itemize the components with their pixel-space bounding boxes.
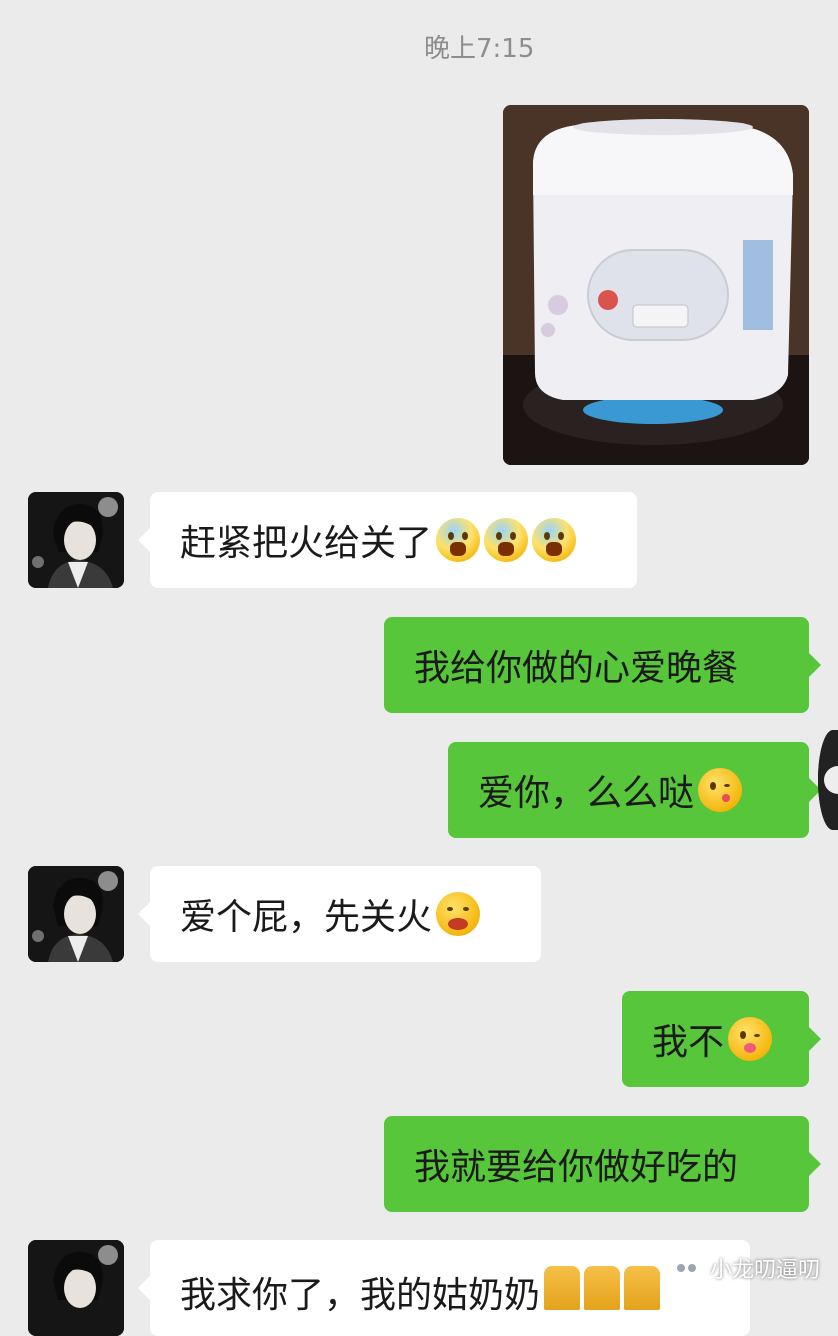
grinning-squint-face-emoji-icon <box>436 892 481 936</box>
wechat-account-icon <box>672 1253 702 1283</box>
message-text: 我就要给你做好吃的 <box>414 1147 739 1188</box>
folded-hands-emoji-icon <box>584 1266 621 1310</box>
contact-avatar[interactable] <box>28 1240 124 1336</box>
rice-cooker-image <box>503 105 809 465</box>
anime-avatar-icon <box>28 492 124 588</box>
folded-hands-emoji-icon <box>624 1266 661 1310</box>
rice-cooker-photo[interactable] <box>503 105 809 465</box>
anime-avatar-icon <box>28 866 124 962</box>
my-avatar[interactable] <box>818 730 838 830</box>
avatar-icon <box>818 730 838 830</box>
message-bubble-sent[interactable]: 我就要给你做好吃的 <box>384 1116 821 1212</box>
message-timestamp: 晚上7:15 <box>424 34 535 64</box>
scream-face-emoji-icon <box>436 518 481 562</box>
folded-hands-emoji-icon <box>544 1266 581 1310</box>
message-text: 我求你了，我的姑奶奶 <box>180 1275 541 1316</box>
timestamp-bar: 晚上7:15 <box>0 0 838 80</box>
wechat-official-account-watermark: 小龙叨逼叨 <box>672 1248 820 1288</box>
contact-avatar[interactable] <box>28 866 124 962</box>
message-bubble-received[interactable]: 赶紧把火给关了 <box>138 492 637 588</box>
message-text: 爱你，么么哒 <box>478 773 695 814</box>
message-text: 我给你做的心爱晚餐 <box>414 648 739 689</box>
message-bubble-received[interactable]: 爱个屁，先关火 <box>138 866 541 962</box>
message-text: 赶紧把火给关了 <box>180 523 433 564</box>
message-bubble-sent[interactable]: 我不 <box>622 991 821 1087</box>
message-bubble-sent[interactable]: 爱你，么么哒 <box>448 742 821 838</box>
scream-face-emoji-icon <box>484 518 529 562</box>
message-text: 爱个屁，先关火 <box>180 897 433 938</box>
message-bubble-sent[interactable]: 我给你做的心爱晚餐 <box>384 617 821 713</box>
scream-face-emoji-icon <box>532 518 577 562</box>
watermark-text: 小龙叨逼叨 <box>710 1258 821 1283</box>
message-bubble-received[interactable]: 我求你了，我的姑奶奶 <box>138 1240 750 1336</box>
kissing-face-emoji-icon <box>698 768 743 812</box>
anime-avatar-icon <box>28 1240 124 1336</box>
winking-tongue-face-emoji-icon <box>728 1017 773 1061</box>
message-text: 我不 <box>652 1022 725 1063</box>
contact-avatar[interactable] <box>28 492 124 588</box>
